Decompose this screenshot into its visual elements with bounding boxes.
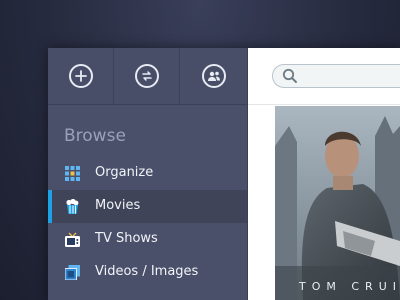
- poster-image: [275, 106, 400, 300]
- sidebar-item-label: Organize: [95, 165, 154, 180]
- sidebar-item-movies[interactable]: Movies: [48, 190, 247, 223]
- add-icon: [68, 64, 93, 88]
- tv-icon: [65, 232, 80, 247]
- active-indicator: [48, 190, 52, 223]
- sidebar-item-tv-shows[interactable]: TV Shows: [48, 223, 247, 256]
- search-icon: [282, 68, 297, 83]
- app-window: Browse Organize Movies TV Shows Videos /…: [48, 48, 400, 300]
- sidebar: Browse Organize Movies TV Shows Videos /…: [48, 48, 248, 300]
- sidebar-item-videos-images[interactable]: Videos / Images: [48, 256, 247, 289]
- users-button[interactable]: [180, 48, 247, 104]
- sidebar-item-label: Movies: [95, 198, 141, 213]
- sidebar-toolbar: [48, 48, 247, 105]
- sidebar-item-label: TV Shows: [95, 231, 158, 246]
- sidebar-heading: Browse: [64, 126, 126, 146]
- grid-icon: [65, 166, 80, 181]
- sync-icon: [134, 64, 159, 88]
- content-divider: [248, 104, 400, 105]
- search-input[interactable]: [272, 64, 400, 88]
- popcorn-icon: [66, 199, 79, 214]
- add-button[interactable]: [48, 48, 114, 104]
- media-icon: [65, 265, 80, 280]
- sidebar-item-organize[interactable]: Organize: [48, 157, 247, 190]
- sidebar-item-label: Videos / Images: [95, 264, 199, 279]
- movie-poster[interactable]: TOM CRUI: [275, 106, 400, 300]
- poster-title: TOM CRUI: [299, 280, 400, 293]
- users-icon: [201, 64, 226, 88]
- sync-button[interactable]: [114, 48, 180, 104]
- main-content: TOM CRUI: [248, 48, 400, 300]
